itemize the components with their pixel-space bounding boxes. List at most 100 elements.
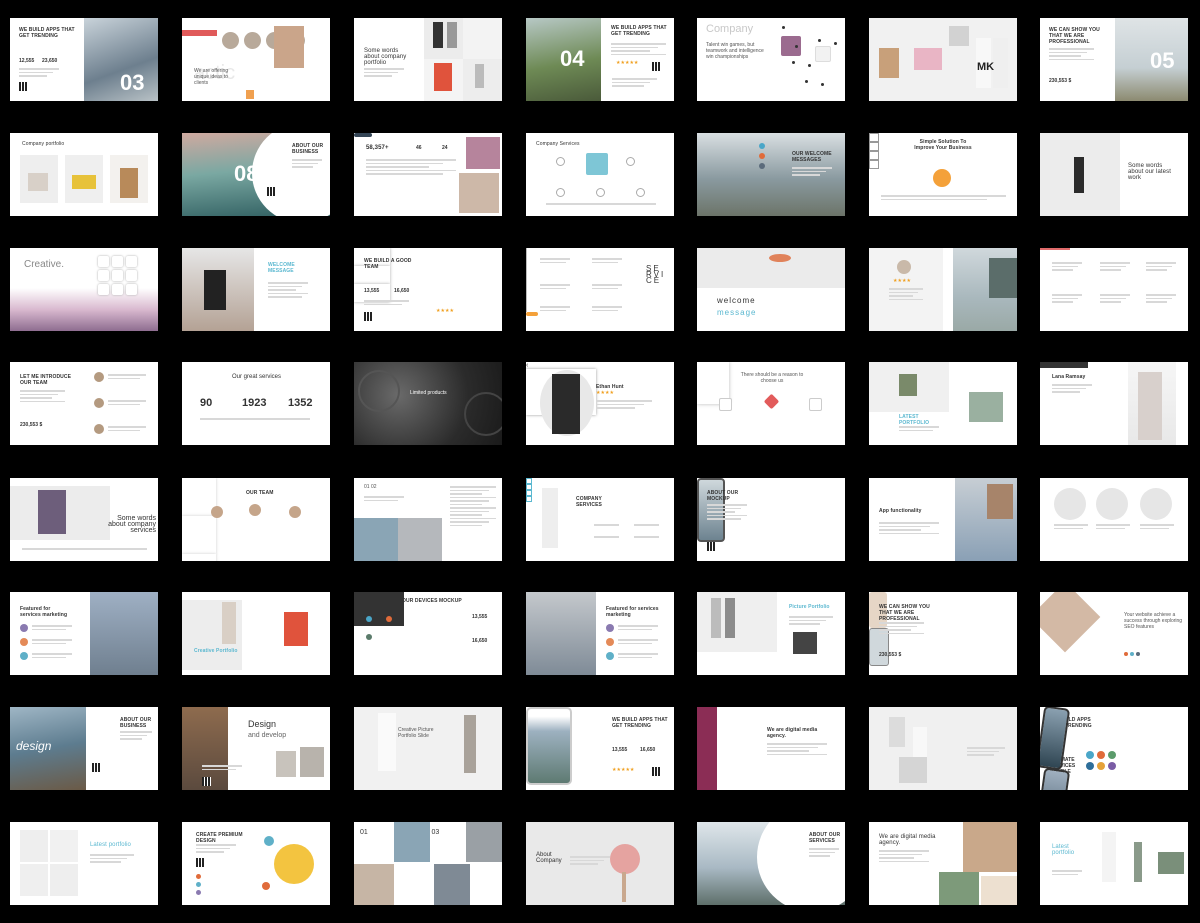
slide-thumbnail-r6c1[interactable]: Design and develop [182,707,330,790]
slide-thumbnail-r5c1[interactable]: Creative Portfolio [182,592,330,675]
slide-thumbnail-r0c4[interactable]: Company Talent win games, but teamwork an… [697,18,845,101]
text-line [879,532,939,534]
slide-thumbnail-r0c3[interactable]: 04 WE BUILD APPS THAT GET TRENDING ★★★★★ [526,18,674,101]
slide-thumbnail-r4c3[interactable]: COMPANY SERVICES [526,478,674,561]
text-lines [767,743,827,757]
text-line [1100,294,1130,296]
text-line [611,46,658,48]
phone-icon-circle [274,844,314,884]
team-avatar [244,32,261,49]
team-photo-grid [90,592,158,675]
slide-thumbnail-r3c6[interactable]: Lana Ramsay [1040,362,1188,445]
bottle-photo [1074,157,1084,193]
slide-thumbnail-r0c0[interactable]: WE BUILD APPS THAT GET TRENDING 12,555 23,… [10,18,158,101]
slide-thumbnail-r4c0[interactable]: Some words about company services [10,478,158,561]
slide-thumbnail-r3c2[interactable]: Limited products [354,362,502,445]
slide-thumbnail-r1c4[interactable]: OUR WELCOME MESSAGES [697,133,845,216]
slide-thumbnail-r4c6[interactable] [1040,478,1188,561]
slide-thumbnail-r5c4[interactable]: Picture Portfolio [697,592,845,675]
text-lines [32,653,72,660]
slide-thumbnail-r3c4[interactable]: There should be a reason to choose us [697,362,845,445]
slide-thumbnail-r7c0[interactable]: Latest portfolio [10,822,158,905]
text-line [540,261,566,263]
text-lines [366,159,456,177]
slide-thumbnail-r2c2[interactable]: WE BUILD A GOOD TEAM 13,555 16,650 ★★★★ [354,248,502,331]
slide-thumbnail-r6c2[interactable]: Creative Picture Portfolio Slide [354,707,502,790]
slide-thumbnail-r7c1[interactable]: CREATE PREMIUM DESIGN [182,822,330,905]
books-photo [72,175,96,189]
slide-thumbnail-r3c1[interactable]: Our great services 90 1923 1352 [182,362,330,445]
slide-thumbnail-r6c3[interactable]: WE BUILD APPS THAT GET TRENDING 13,555 16,… [526,707,674,790]
text-lines [108,374,146,381]
qr-code [196,858,205,867]
icon-tile [98,256,109,267]
slide-title: Your website achieve a success through e… [1124,612,1183,630]
slide-thumbnail-r4c5[interactable]: App functionality [869,478,1017,561]
text-lines [1052,870,1082,877]
slide-thumbnail-r2c1[interactable]: WELCOME MESSAGE [182,248,330,331]
service-icon-active [586,153,608,175]
read-more-button[interactable] [354,133,372,137]
slide-thumbnail-r2c5[interactable]: ★★★★ [869,248,1017,331]
slide-thumbnail-r1c2[interactable]: 58,357+ 46 24 [354,133,502,216]
product-photo [20,864,48,896]
slide-thumbnail-r1c0[interactable]: Company portfolio [10,133,158,216]
vertical-title: SE RVI CE [646,264,666,285]
slide-thumbnail-r4c4[interactable]: ABOUT OUR MOCKUP [697,478,845,561]
slide-thumbnail-r7c6[interactable]: Latest portfolio [1040,822,1188,905]
rating-stars: ★★★★ [436,308,454,314]
text-line [90,857,128,859]
prev-arrow[interactable]: ‹ [526,362,674,369]
slide-thumbnail-r7c3[interactable]: About Company [526,822,674,905]
stat-number: 90 [200,397,213,409]
slide-thumbnail-r5c6[interactable]: Your website achieve a success through e… [1040,592,1188,675]
product-photo [949,26,969,46]
slide-thumbnail-r0c6[interactable]: WE CAN SHOW YOU THAT WE ARE PROFESSIONAL… [1040,18,1188,101]
slide-thumbnail-r5c3[interactable]: Featured for services marketing [526,592,674,675]
slide-thumbnail-r7c5[interactable]: We are digital media agency. [869,822,1017,905]
slide-thumbnail-r7c4[interactable]: ABOUT OUR SERVICES [697,822,845,905]
text-lines [364,300,409,307]
text-line [450,496,496,498]
text-line [268,292,308,294]
text-lines [879,850,929,864]
slide-thumbnail-r2c6[interactable] [1040,248,1188,331]
cup-photo [38,490,66,534]
slide-thumbnail-r2c3[interactable]: SE RVI CE [526,248,674,331]
slide-thumbnail-r3c0[interactable]: LET ME INTRODUCE OUR TEAM 230,553 $ [10,362,158,445]
slide-thumbnail-r6c5[interactable] [869,707,1017,790]
slide-thumbnail-r1c6[interactable]: Some words about our latest work [1040,133,1188,216]
slide-thumbnail-r1c5[interactable]: Simple Solution To Improve Your Business [869,133,1017,216]
slide-thumbnail-r0c5[interactable]: MK [869,18,1017,101]
slide-thumbnail-r3c3[interactable]: ‹ Ethan Hunt ★★★★ [526,362,674,445]
slide-thumbnail-r5c0[interactable]: Featured for services marketing [10,592,158,675]
text-line [450,500,490,502]
team-photo [466,822,502,862]
slide-thumbnail-r1c3[interactable]: Company Services [526,133,674,216]
slide-thumbnail-r3c5[interactable]: LATEST PORTFOLIO [869,362,1017,445]
slide-thumbnail-r7c2[interactable]: 01 02 03 04 [354,822,502,905]
text-line [540,287,566,289]
team-photo [394,822,430,862]
team-photo [939,872,979,905]
text-line [1049,58,1094,60]
text-lines [268,282,308,300]
slide-thumbnail-r2c0[interactable]: Creative. [10,248,158,331]
product-photo [913,727,927,757]
slide-thumbnail-r4c2[interactable]: 01 02 [354,478,502,561]
team-avatar [94,372,104,382]
text-line [32,653,72,655]
slide-thumbnail-r6c6[interactable]: WE BUILD APPS THAT TRENDINGTHE ULTIMATE … [1040,707,1188,790]
slide-thumbnail-r2c4[interactable]: welcome message [697,248,845,331]
plant-photo [899,374,917,396]
slide-thumbnail-r4c1[interactable]: OUR TEAM [182,478,330,561]
slide-thumbnail-r1c1[interactable]: 08 ABOUT OUR BUSINESS [182,133,330,216]
slide-thumbnail-r6c4[interactable]: We are digital media agency. [697,707,845,790]
slide-thumbnail-r5c5[interactable]: WE CAN SHOW YOU THAT WE ARE PROFESSIONAL… [869,592,1017,675]
slide-thumbnail-r0c2[interactable]: Some words about company portfolio [354,18,502,101]
slide-thumbnail-r6c0[interactable]: design ABOUT OUR BUSINESS [10,707,158,790]
stat-value: 16,650 [394,288,410,294]
service-icon [1108,762,1116,770]
slide-thumbnail-r5c2[interactable]: OUR DEVICES MOCKUP 13,555 16,650 [354,592,502,675]
slide-thumbnail-r0c1[interactable]: actic We are offering unique ideas to cli… [182,18,330,101]
